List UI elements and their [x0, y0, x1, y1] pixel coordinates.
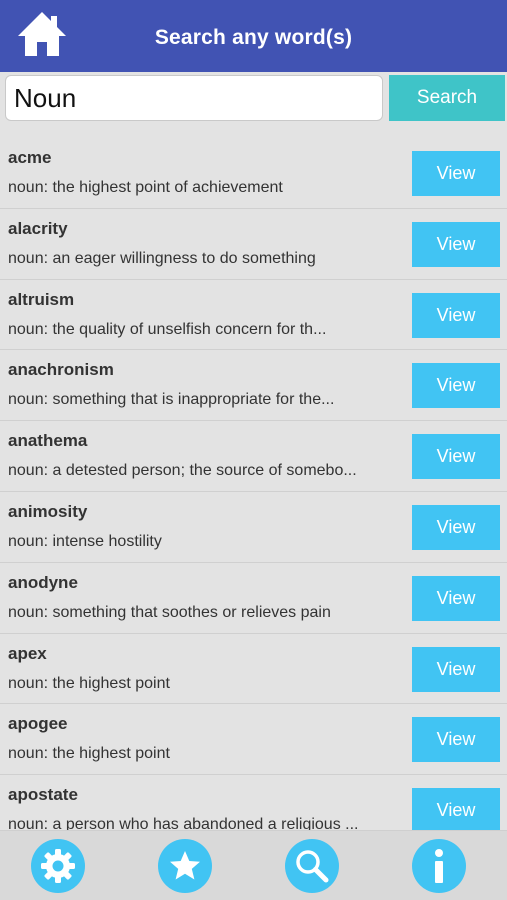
- definition-text: noun: a person who has abandoned a relig…: [8, 816, 359, 830]
- definition-text: noun: the quality of unselfish concern f…: [8, 320, 327, 338]
- view-button[interactable]: View: [412, 575, 500, 621]
- list-item: altruism noun: the quality of unselfish …: [0, 280, 507, 351]
- view-button[interactable]: View: [412, 434, 500, 480]
- view-button[interactable]: View: [412, 788, 500, 830]
- definition-text: noun: an eager willingness to do somethi…: [8, 249, 316, 267]
- definition-text: noun: something that is inappropriate fo…: [8, 391, 335, 409]
- search-bar: Search: [0, 72, 507, 124]
- word-label: alacrity: [8, 218, 68, 238]
- list-item: acme noun: the highest point of achievem…: [0, 138, 507, 209]
- search-tab[interactable]: [285, 839, 339, 893]
- definition-text: noun: intense hostility: [8, 532, 162, 550]
- list-item: anathema noun: a detested person; the so…: [0, 421, 507, 492]
- list-item: animosity noun: intense hostility View: [0, 492, 507, 563]
- definition-text: noun: something that soothes or relieves…: [8, 603, 331, 621]
- gear-icon: [41, 849, 75, 883]
- page-title: Search any word(s): [154, 26, 353, 49]
- word-label: apex: [8, 643, 47, 663]
- word-label: animosity: [8, 501, 88, 521]
- settings-tab[interactable]: [31, 839, 85, 893]
- list-item: apogee noun: the highest point View: [0, 704, 507, 776]
- info-tab[interactable]: [412, 839, 466, 893]
- search-input[interactable]: [5, 75, 383, 121]
- view-button[interactable]: View: [412, 151, 500, 196]
- word-label: anachronism: [8, 360, 114, 380]
- definition-text: noun: the highest point: [8, 745, 170, 763]
- results-list: acme noun: the highest point of achievem…: [0, 138, 507, 830]
- list-item: anodyne noun: something that soothes or …: [0, 563, 507, 634]
- view-button[interactable]: View: [412, 646, 500, 692]
- info-icon: [435, 849, 443, 883]
- favorites-tab[interactable]: [158, 839, 212, 893]
- definition-text: noun: a detested person; the source of s…: [8, 462, 357, 480]
- app-header: Search any word(s): [0, 0, 507, 72]
- view-button[interactable]: View: [412, 292, 500, 338]
- list-item: anachronism noun: something that is inap…: [0, 350, 507, 422]
- word-label: acme: [8, 148, 52, 167]
- definition-text: noun: the highest point of achievement: [8, 179, 283, 196]
- word-label: apostate: [8, 785, 78, 805]
- star-icon: [170, 851, 200, 880]
- view-button[interactable]: View: [412, 504, 500, 550]
- bottom-tab-bar: [0, 830, 507, 900]
- view-button[interactable]: View: [412, 717, 500, 763]
- search-button[interactable]: Search: [389, 75, 505, 121]
- list-item: alacrity noun: an eager willingness to d…: [0, 209, 507, 280]
- word-label: anathema: [8, 431, 88, 451]
- word-label: apogee: [8, 714, 68, 734]
- search-icon: [296, 850, 329, 883]
- view-button[interactable]: View: [412, 221, 500, 267]
- word-label: anodyne: [8, 572, 78, 592]
- definition-text: noun: the highest point: [8, 674, 170, 692]
- word-label: altruism: [8, 289, 75, 309]
- list-item: apex noun: the highest point View: [0, 634, 507, 705]
- view-button[interactable]: View: [412, 363, 500, 409]
- list-item: apostate noun: a person who has abandone…: [0, 775, 507, 830]
